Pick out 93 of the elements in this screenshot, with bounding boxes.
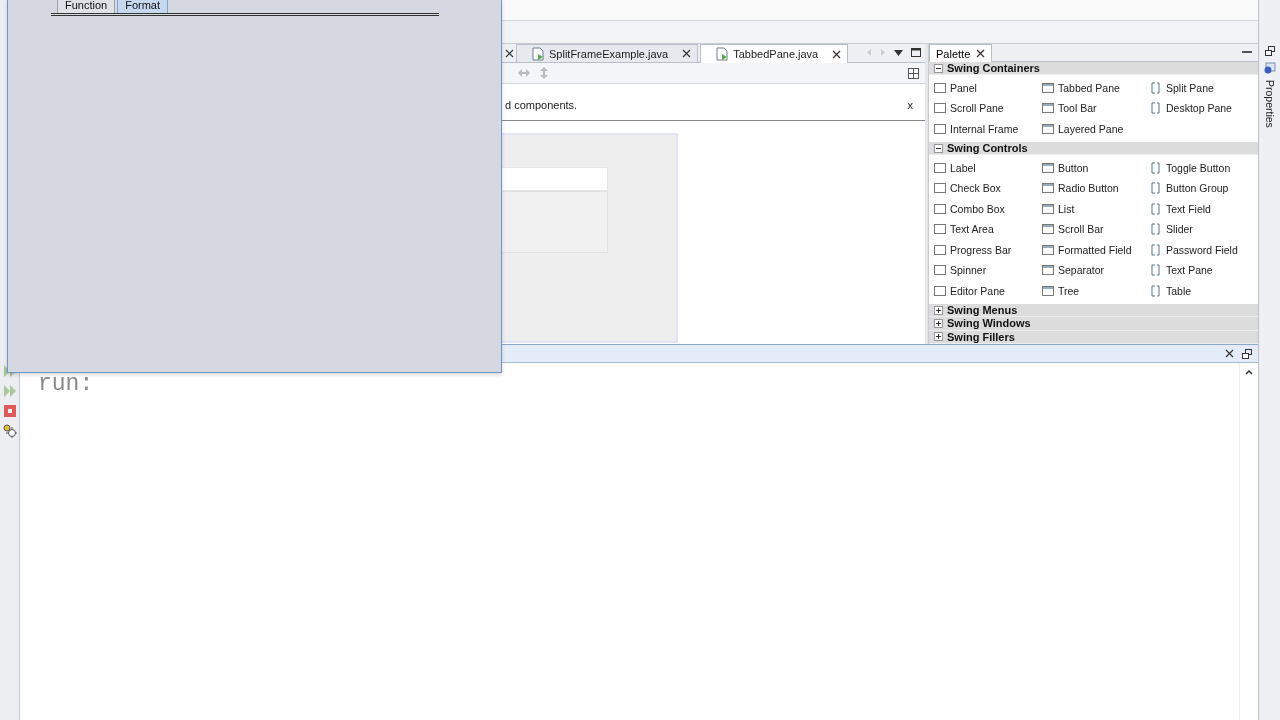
- palette-item[interactable]: Separator: [1041, 259, 1149, 281]
- palette-item[interactable]: List: [1041, 198, 1149, 219]
- close-icon[interactable]: [832, 49, 842, 59]
- palette-item[interactable]: Password Field: [1149, 239, 1257, 260]
- close-icon[interactable]: [1225, 349, 1234, 358]
- component-icon: [1149, 263, 1163, 278]
- palette-item[interactable]: Tool Bar: [1041, 97, 1149, 119]
- properties-icon: [1263, 62, 1276, 74]
- palette-item[interactable]: Desktop Pane: [1149, 97, 1257, 119]
- info-message: d components.: [505, 99, 578, 111]
- expand-icon[interactable]: [934, 305, 943, 315]
- properties-tab[interactable]: Properties: [1263, 80, 1276, 128]
- palette-item[interactable]: Button Group: [1149, 177, 1257, 199]
- component-icon: [1041, 181, 1055, 196]
- palette-category[interactable]: Swing Windows: [929, 317, 1258, 331]
- palette-item[interactable]: Label: [933, 157, 1041, 178]
- close-icon[interactable]: [682, 49, 692, 58]
- console-line: run:: [38, 371, 94, 397]
- palette-item[interactable]: Check Box: [933, 177, 1041, 199]
- component-icon: [933, 160, 947, 175]
- component-icon: [933, 283, 947, 298]
- collapse-icon[interactable]: [934, 143, 943, 153]
- palette-item[interactable]: Text Area: [933, 218, 1041, 240]
- palette-item[interactable]: Panel: [933, 77, 1041, 98]
- palette-item[interactable]: Internal Frame: [933, 118, 1041, 139]
- component-icon: [1149, 201, 1163, 216]
- minimize-icon[interactable]: [1242, 51, 1252, 54]
- component-icon: [933, 201, 947, 216]
- component-icon: [1041, 201, 1055, 216]
- component-icon: [933, 242, 947, 257]
- palette-item[interactable]: Scroll Bar: [1041, 218, 1149, 240]
- java-file-icon: [531, 46, 545, 61]
- expand-icon[interactable]: [934, 332, 943, 342]
- expand-icon[interactable]: [934, 318, 943, 328]
- close-icon[interactable]: [505, 49, 514, 58]
- component-icon: [1041, 121, 1055, 136]
- component-icon: [1149, 181, 1163, 196]
- restore-icon[interactable]: [1264, 46, 1275, 56]
- palette-item[interactable]: Radio Button: [1041, 177, 1149, 199]
- palette-item[interactable]: Editor Pane: [933, 280, 1041, 301]
- palette-item[interactable]: Spinner: [933, 259, 1041, 281]
- component-icon: [1149, 222, 1163, 237]
- palette-item[interactable]: Table: [1149, 280, 1257, 301]
- component-icon: [933, 101, 947, 116]
- file-tab[interactable]: SplitFrameExample.java: [516, 44, 699, 62]
- grid-icon[interactable]: [908, 68, 919, 79]
- tab[interactable]: Format: [117, 0, 169, 13]
- tab[interactable]: Function: [57, 0, 116, 13]
- component-icon: [1041, 160, 1055, 175]
- component-icon: [1149, 101, 1163, 116]
- component-icon: [933, 121, 947, 136]
- component-icon: [1041, 242, 1055, 257]
- component-icon: [1041, 222, 1055, 237]
- palette-item[interactable]: Toggle Button: [1149, 157, 1257, 178]
- component-icon: [933, 181, 947, 196]
- stop-icon[interactable]: [2, 404, 17, 418]
- palette-category[interactable]: Swing Containers: [929, 62, 1258, 76]
- component-icon: [933, 263, 947, 278]
- component-icon: [1041, 283, 1055, 298]
- palette-item[interactable]: Formatted Field: [1041, 239, 1149, 260]
- component-icon: [1149, 283, 1163, 298]
- component-icon: [1149, 242, 1163, 257]
- close-button[interactable]: x: [907, 99, 913, 111]
- component-icon: [1149, 160, 1163, 175]
- palette-item[interactable]: Text Pane: [1149, 259, 1257, 281]
- palette-item[interactable]: Split Pane: [1149, 77, 1257, 98]
- palette-item[interactable]: Layered Pane: [1041, 118, 1149, 139]
- palette-item[interactable]: Button: [1041, 157, 1149, 178]
- component-icon: [1041, 263, 1055, 278]
- palette-item[interactable]: Text Field: [1149, 198, 1257, 219]
- collapse-icon[interactable]: [934, 63, 943, 73]
- maximize-icon[interactable]: [911, 48, 921, 57]
- palette-item[interactable]: Slider: [1149, 218, 1257, 240]
- component-icon: [1041, 80, 1055, 95]
- restore-icon[interactable]: [1242, 348, 1252, 359]
- palette-tab[interactable]: Palette: [929, 44, 993, 62]
- component-icon: [933, 222, 947, 237]
- palette-category[interactable]: Swing Controls: [929, 141, 1258, 156]
- file-tab[interactable]: TabbedPane.java: [700, 44, 849, 63]
- java-file-icon: [715, 47, 730, 61]
- component-icon: [1041, 101, 1055, 116]
- scroll-up-icon[interactable]: [1245, 369, 1253, 375]
- palette-item[interactable]: Combo Box: [933, 198, 1041, 219]
- palette-item[interactable]: Progress Bar: [933, 239, 1041, 260]
- palette-item[interactable]: Scroll Pane: [933, 97, 1041, 119]
- settings-icon[interactable]: [2, 424, 17, 438]
- palette-category[interactable]: Swing Menus: [929, 303, 1258, 318]
- component-icon: [933, 80, 947, 95]
- palette-item[interactable]: Tree: [1041, 280, 1149, 301]
- close-icon[interactable]: [976, 49, 986, 58]
- palette-item[interactable]: Tabbed Pane: [1041, 77, 1149, 98]
- component-icon: [1149, 80, 1163, 95]
- dropdown-icon[interactable]: [894, 48, 903, 57]
